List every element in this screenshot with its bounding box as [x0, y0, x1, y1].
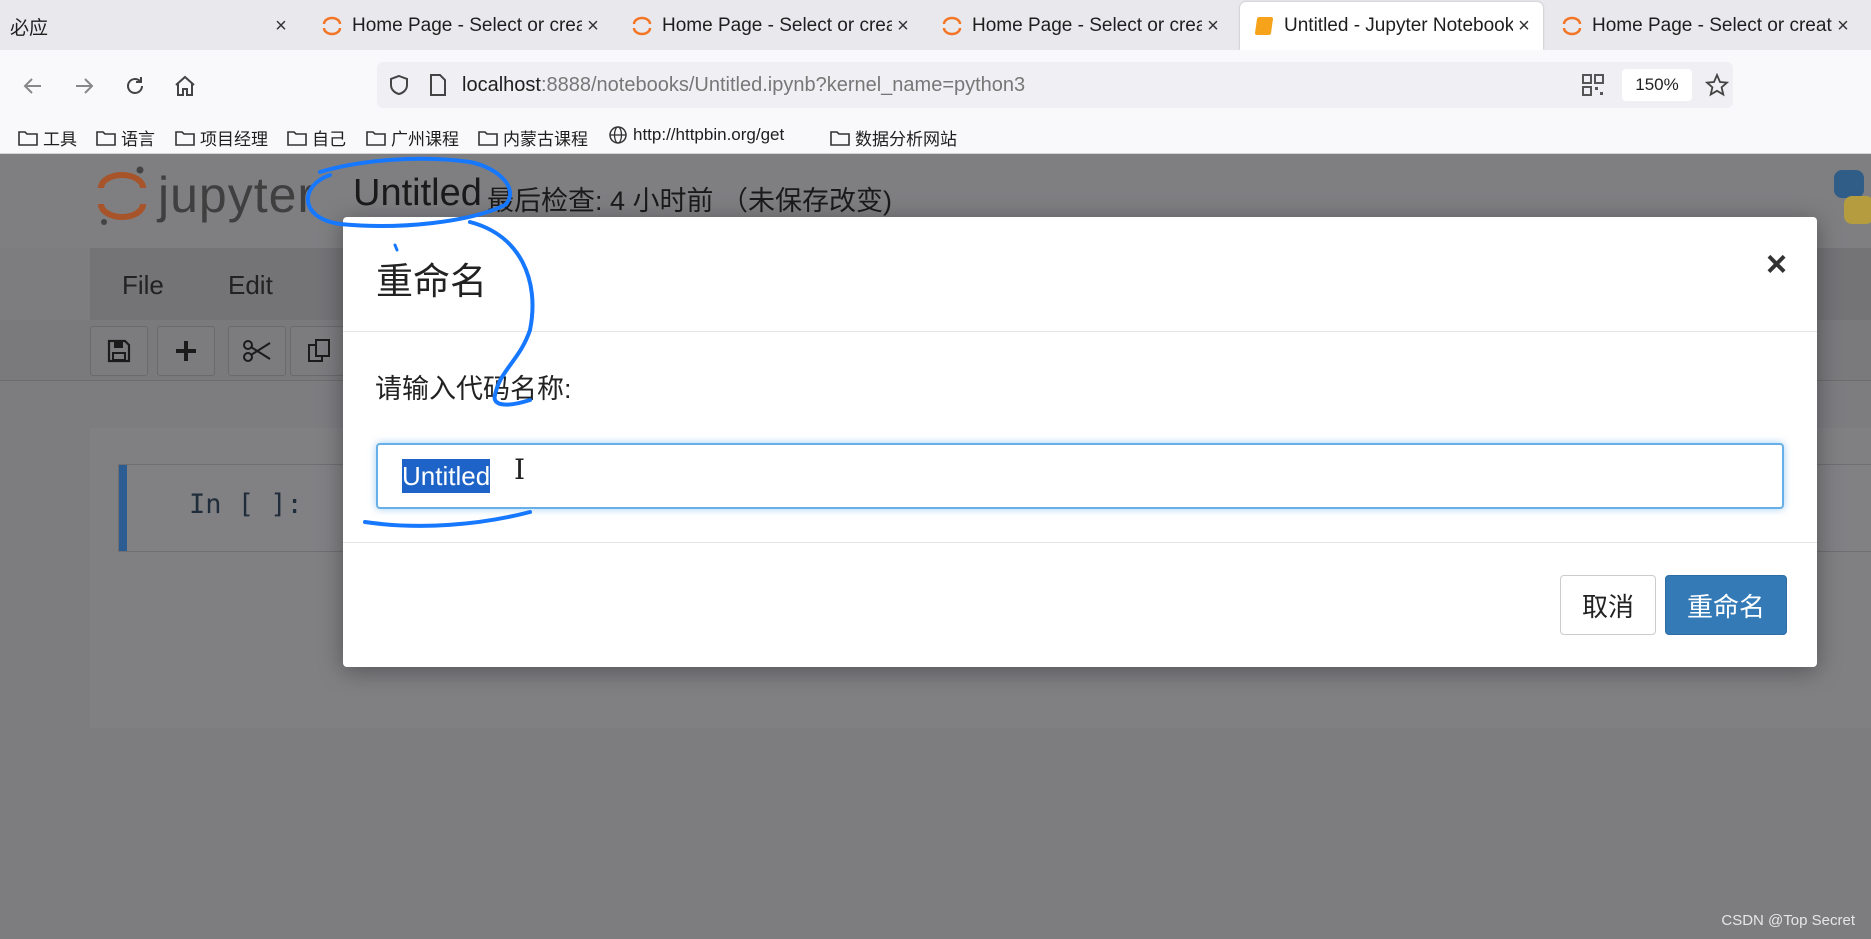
tab-title: Home Page - Select or create — [1592, 15, 1832, 36]
tab-untitled-notebook[interactable]: Untitled - Jupyter Notebook × — [1240, 2, 1543, 50]
cancel-button[interactable]: 取消 — [1560, 575, 1656, 635]
jupyter-icon — [942, 16, 962, 36]
rename-dialog: 重命名 × 请输入代码名称: Untitled I 取消 重命名 — [343, 217, 1817, 667]
notebook-name-input[interactable]: Untitled I — [376, 443, 1784, 509]
tab-bar: 必应 × Home Page - Select or create × Home… — [0, 0, 1871, 50]
menu-edit[interactable]: Edit — [228, 270, 273, 301]
bookmarks-bar: 工具 语言 项目经理 自己 广州课程 内蒙古课程 http://httpbin.… — [0, 120, 1871, 154]
folder-icon — [478, 130, 498, 146]
cell-prompt: In [ ]: — [189, 489, 303, 520]
rename-prompt-label: 请输入代码名称: — [375, 374, 572, 404]
back-icon[interactable] — [16, 69, 50, 103]
folder-icon — [830, 130, 850, 146]
menu-file[interactable]: File — [122, 270, 164, 301]
bookmark-label: 广州课程 — [391, 130, 459, 149]
selected-input-text: Untitled — [402, 459, 491, 493]
watermark: CSDN @Top Secret — [1721, 912, 1855, 929]
bookmark-star-icon[interactable] — [1705, 73, 1729, 97]
text-cursor-icon: I — [514, 453, 526, 486]
dialog-title: 重命名 — [376, 261, 487, 302]
tab-title: Home Page - Select or create — [972, 15, 1202, 36]
jupyter-icon — [632, 16, 652, 36]
copy-icon[interactable] — [290, 326, 348, 376]
close-icon[interactable]: × — [892, 15, 914, 38]
folder-icon — [366, 130, 386, 146]
page-icon[interactable] — [427, 73, 449, 97]
url-path: :8888/notebooks/Untitled.ipynb?kernel_na… — [540, 74, 1026, 96]
bookmark-folder[interactable]: 项目经理 — [175, 125, 268, 150]
jupyter-icon — [322, 16, 342, 36]
shield-icon[interactable] — [387, 73, 411, 97]
bookmark-label: 语言 — [121, 130, 155, 149]
url-host: localhost — [462, 74, 541, 96]
close-icon[interactable]: × — [1832, 15, 1854, 38]
cell-selection-bar — [119, 465, 127, 551]
bookmark-label: 自己 — [312, 130, 346, 149]
cut-icon[interactable] — [228, 326, 286, 376]
notebook-icon — [1254, 17, 1274, 35]
bookmark-folder[interactable]: 自己 — [287, 125, 346, 150]
globe-icon — [609, 126, 627, 144]
url-text[interactable]: localhost:8888/notebooks/Untitled.ipynb?… — [462, 74, 1025, 97]
home-icon[interactable] — [168, 69, 202, 103]
url-bar[interactable]: localhost:8888/notebooks/Untitled.ipynb?… — [377, 62, 1733, 108]
close-icon[interactable]: × — [582, 15, 604, 38]
bookmark-label: http://httpbin.org/get — [633, 125, 785, 144]
navigation-toolbar: localhost:8888/notebooks/Untitled.ipynb?… — [0, 50, 1871, 120]
rename-button[interactable]: 重命名 — [1665, 575, 1787, 635]
bookmark-label: 数据分析网站 — [855, 130, 957, 149]
divider — [343, 542, 1817, 543]
bookmark-label: 项目经理 — [200, 130, 268, 149]
zoom-level[interactable]: 150% — [1622, 69, 1692, 101]
save-icon[interactable] — [90, 326, 148, 376]
bookmark-folder[interactable]: 内蒙古课程 — [478, 125, 588, 150]
close-icon[interactable]: × — [1513, 15, 1535, 38]
bookmark-folder[interactable]: 数据分析网站 — [830, 125, 957, 150]
tab-home-page[interactable]: Home Page - Select or create × — [312, 2, 612, 50]
python-logo-icon — [1834, 170, 1871, 224]
folder-icon — [175, 130, 195, 146]
tab-title: 必应 — [10, 17, 49, 39]
tab-home-page[interactable]: Home Page - Select or create × — [932, 2, 1232, 50]
jupyter-logo-text: jupyter — [158, 167, 316, 223]
checkpoint-status: 最后检查: 4 小时前 （未保存改变) — [487, 186, 893, 216]
jupyter-logo-icon — [98, 166, 146, 225]
jupyter-icon — [1562, 16, 1582, 36]
forward-icon[interactable] — [67, 69, 101, 103]
folder-icon — [18, 130, 38, 146]
bookmark-folder[interactable]: 语言 — [96, 125, 155, 150]
folder-icon — [287, 130, 307, 146]
bookmark-link[interactable]: http://httpbin.org/get — [608, 125, 784, 145]
bookmark-folder[interactable]: 工具 — [18, 125, 77, 150]
plus-icon[interactable] — [157, 326, 215, 376]
notebook-name[interactable]: Untitled — [353, 172, 482, 215]
tab-title: Home Page - Select or create — [352, 15, 582, 36]
tab-home-page[interactable]: Home Page - Select or create × — [1552, 2, 1862, 50]
bookmark-label: 内蒙古课程 — [503, 130, 588, 149]
close-icon[interactable]: × — [1766, 243, 1787, 285]
tab-home-page[interactable]: Home Page - Select or create × — [622, 2, 922, 50]
tab-bing[interactable]: 必应 × — [0, 2, 300, 50]
divider — [343, 331, 1817, 332]
qr-code-icon[interactable] — [1582, 74, 1604, 96]
bookmark-folder[interactable]: 广州课程 — [366, 125, 459, 150]
tab-title: Home Page - Select or create — [662, 15, 892, 36]
close-icon[interactable]: × — [1202, 15, 1224, 38]
reload-icon[interactable] — [118, 69, 152, 103]
close-icon[interactable]: × — [270, 15, 292, 38]
tab-title: Untitled - Jupyter Notebook — [1284, 15, 1513, 36]
folder-icon — [96, 130, 116, 146]
bookmark-label: 工具 — [43, 130, 77, 149]
